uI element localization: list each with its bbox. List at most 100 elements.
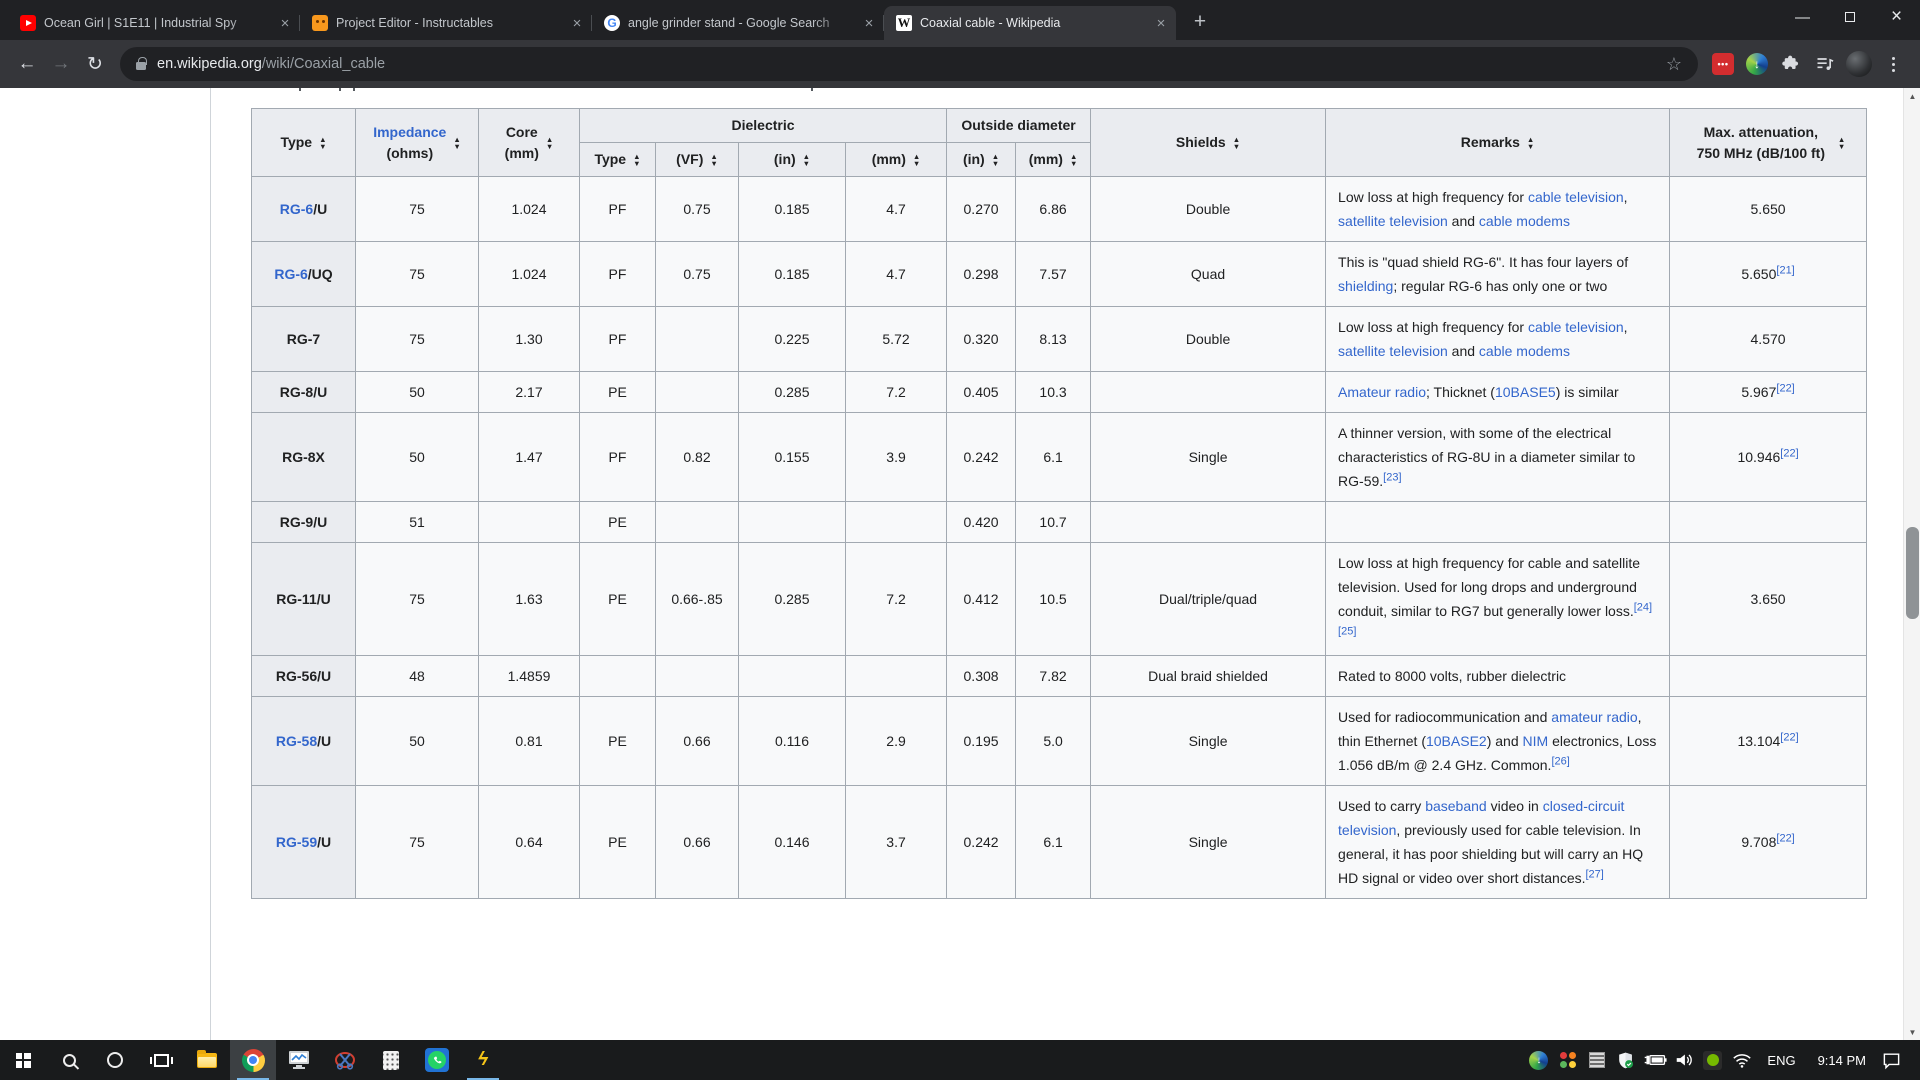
secure-lock-icon[interactable]	[136, 62, 146, 70]
calculator-button[interactable]	[368, 1040, 414, 1080]
col-header-shields[interactable]: Shields▲▼	[1091, 109, 1326, 177]
wifi-icon[interactable]	[1727, 1040, 1756, 1080]
sort-icon[interactable]: ▲▼	[453, 136, 460, 150]
sort-icon[interactable]: ▲▼	[1233, 136, 1240, 150]
file-explorer-button[interactable]	[184, 1040, 230, 1080]
subcol-dielectric-mm[interactable]: (mm)▲▼	[846, 143, 947, 177]
minimize-button[interactable]: —	[1779, 0, 1826, 34]
reference-link[interactable]: [25]	[1338, 625, 1356, 637]
launcher-grid-tray-icon[interactable]	[1553, 1040, 1582, 1080]
wiki-link[interactable]: RG-6	[280, 201, 313, 217]
reference-link[interactable]: [24]	[1634, 601, 1652, 613]
wiki-link[interactable]: 10BASE2	[1426, 733, 1487, 749]
tab-close-icon[interactable]: ×	[568, 14, 586, 32]
wiki-link[interactable]: satellite television	[1338, 213, 1448, 229]
tab-close-icon[interactable]: ×	[1152, 14, 1170, 32]
reference-link[interactable]: [21]	[1776, 264, 1794, 276]
defender-shield-icon[interactable]	[1611, 1040, 1640, 1080]
wiki-link[interactable]: cable modems	[1479, 213, 1570, 229]
sort-icon[interactable]: ▲▼	[633, 153, 640, 167]
wiki-link[interactable]: RG-59	[276, 834, 317, 850]
reference-link[interactable]: [22]	[1780, 731, 1798, 743]
notes-tray-icon[interactable]	[1582, 1040, 1611, 1080]
subcol-od-in[interactable]: (in)▲▼	[947, 143, 1016, 177]
nvidia-tray-icon[interactable]	[1698, 1040, 1727, 1080]
whatsapp-button[interactable]	[414, 1040, 460, 1080]
scroll-down-arrow[interactable]: ▼	[1904, 1024, 1920, 1040]
sort-icon[interactable]: ▲▼	[546, 136, 553, 150]
chrome-menu-kebab-icon[interactable]	[1876, 47, 1910, 81]
idm-extension-icon[interactable]: ↓	[1740, 47, 1774, 81]
reload-button[interactable]: ↻	[78, 47, 112, 81]
reference-link[interactable]: [22]	[1780, 447, 1798, 459]
start-button[interactable]	[0, 1040, 46, 1080]
action-center-icon[interactable]	[1877, 1040, 1906, 1080]
sort-icon[interactable]: ▲▼	[992, 153, 999, 167]
back-button[interactable]: ←	[10, 47, 44, 81]
battery-charging-icon[interactable]	[1640, 1040, 1669, 1080]
language-indicator[interactable]: ENG	[1756, 1053, 1806, 1068]
scroll-up-arrow[interactable]: ▲	[1904, 88, 1920, 104]
wiki-link[interactable]: cable modems	[1479, 343, 1570, 359]
wiki-link[interactable]: satellite television	[1338, 343, 1448, 359]
sort-icon[interactable]: ▲▼	[1527, 136, 1534, 150]
close-button[interactable]: ×	[1873, 0, 1920, 34]
subcol-dielectric-in[interactable]: (in)▲▼	[739, 143, 846, 177]
tab-wikipedia-active[interactable]: W Coaxial cable - Wikipedia ×	[884, 6, 1176, 40]
lastpass-extension-icon[interactable]: •••	[1706, 47, 1740, 81]
reference-link[interactable]: [26]	[1551, 755, 1569, 767]
reference-link[interactable]: [27]	[1586, 868, 1604, 880]
address-bar[interactable]: en.wikipedia.org/wiki/Coaxial_cable ☆	[120, 47, 1698, 81]
reference-link[interactable]: [22]	[1776, 382, 1794, 394]
cortana-button[interactable]	[92, 1040, 138, 1080]
wiki-link[interactable]: 10BASE5	[1495, 384, 1556, 400]
wiki-link[interactable]: shielding	[1338, 278, 1393, 294]
wiki-link[interactable]: RG-58	[276, 733, 317, 749]
extensions-puzzle-icon[interactable]	[1774, 47, 1808, 81]
col-header-type[interactable]: Type▲▼	[252, 109, 356, 177]
sort-icon[interactable]: ▲▼	[710, 153, 717, 167]
subcol-vf[interactable]: (VF)▲▼	[656, 143, 739, 177]
winamp-button[interactable]: ϟ	[460, 1040, 506, 1080]
sort-icon[interactable]: ▲▼	[803, 153, 810, 167]
vertical-scrollbar[interactable]: ▲ ▼	[1903, 88, 1920, 1040]
clock[interactable]: 9:14 PM	[1807, 1053, 1877, 1068]
wiki-link[interactable]: Amateur radio	[1338, 384, 1426, 400]
tab-google-search[interactable]: G angle grinder stand - Google Search ×	[592, 6, 884, 40]
tab-instructables[interactable]: Project Editor - Instructables ×	[300, 6, 592, 40]
scrollbar-thumb[interactable]	[1906, 527, 1919, 619]
new-tab-button[interactable]: +	[1186, 8, 1214, 36]
subcol-od-mm[interactable]: (mm)▲▼	[1016, 143, 1091, 177]
col-header-impedance[interactable]: Impedance(ohms)▲▼	[356, 109, 479, 177]
sort-icon[interactable]: ▲▼	[913, 153, 920, 167]
wiki-link[interactable]: cable television	[1528, 189, 1624, 205]
sort-icon[interactable]: ▲▼	[1838, 136, 1845, 150]
profile-avatar[interactable]	[1842, 47, 1876, 81]
taskbar-search-button[interactable]	[46, 1040, 92, 1080]
snipping-tool-button[interactable]	[322, 1040, 368, 1080]
subcol-dielectric-type[interactable]: Type▲▼	[580, 143, 656, 177]
tab-close-icon[interactable]: ×	[860, 14, 878, 32]
impedance-link[interactable]: Impedance	[373, 124, 446, 140]
reference-link[interactable]: [22]	[1776, 832, 1794, 844]
wiki-link[interactable]: amateur radio	[1551, 709, 1637, 725]
volume-icon[interactable]	[1669, 1040, 1698, 1080]
idm-tray-icon[interactable]: ↓	[1524, 1040, 1553, 1080]
col-header-remarks[interactable]: Remarks▲▼	[1326, 109, 1670, 177]
bookmark-star-icon[interactable]: ☆	[1666, 54, 1682, 75]
forward-button[interactable]: →	[44, 47, 78, 81]
col-header-core[interactable]: Core(mm)▲▼	[479, 109, 580, 177]
playlist-extension-icon[interactable]	[1808, 47, 1842, 81]
tab-ocean-girl[interactable]: Ocean Girl | S1E11 | Industrial Spy ×	[8, 6, 300, 40]
tab-close-icon[interactable]: ×	[276, 14, 294, 32]
reference-link[interactable]: [23]	[1383, 471, 1401, 483]
wiki-link[interactable]: NIM	[1523, 733, 1549, 749]
col-header-max-attenuation[interactable]: Max. attenuation, 750 MHz (dB/100 ft)▲▼	[1670, 109, 1867, 177]
restore-button[interactable]	[1826, 0, 1873, 34]
wiki-link[interactable]: cable television	[1528, 319, 1624, 335]
sort-icon[interactable]: ▲▼	[319, 136, 326, 150]
sort-icon[interactable]: ▲▼	[1070, 153, 1077, 167]
wiki-link[interactable]: RG-6	[274, 266, 307, 282]
wiki-link[interactable]: baseband	[1425, 798, 1487, 814]
chrome-taskbar-button[interactable]	[230, 1040, 276, 1080]
